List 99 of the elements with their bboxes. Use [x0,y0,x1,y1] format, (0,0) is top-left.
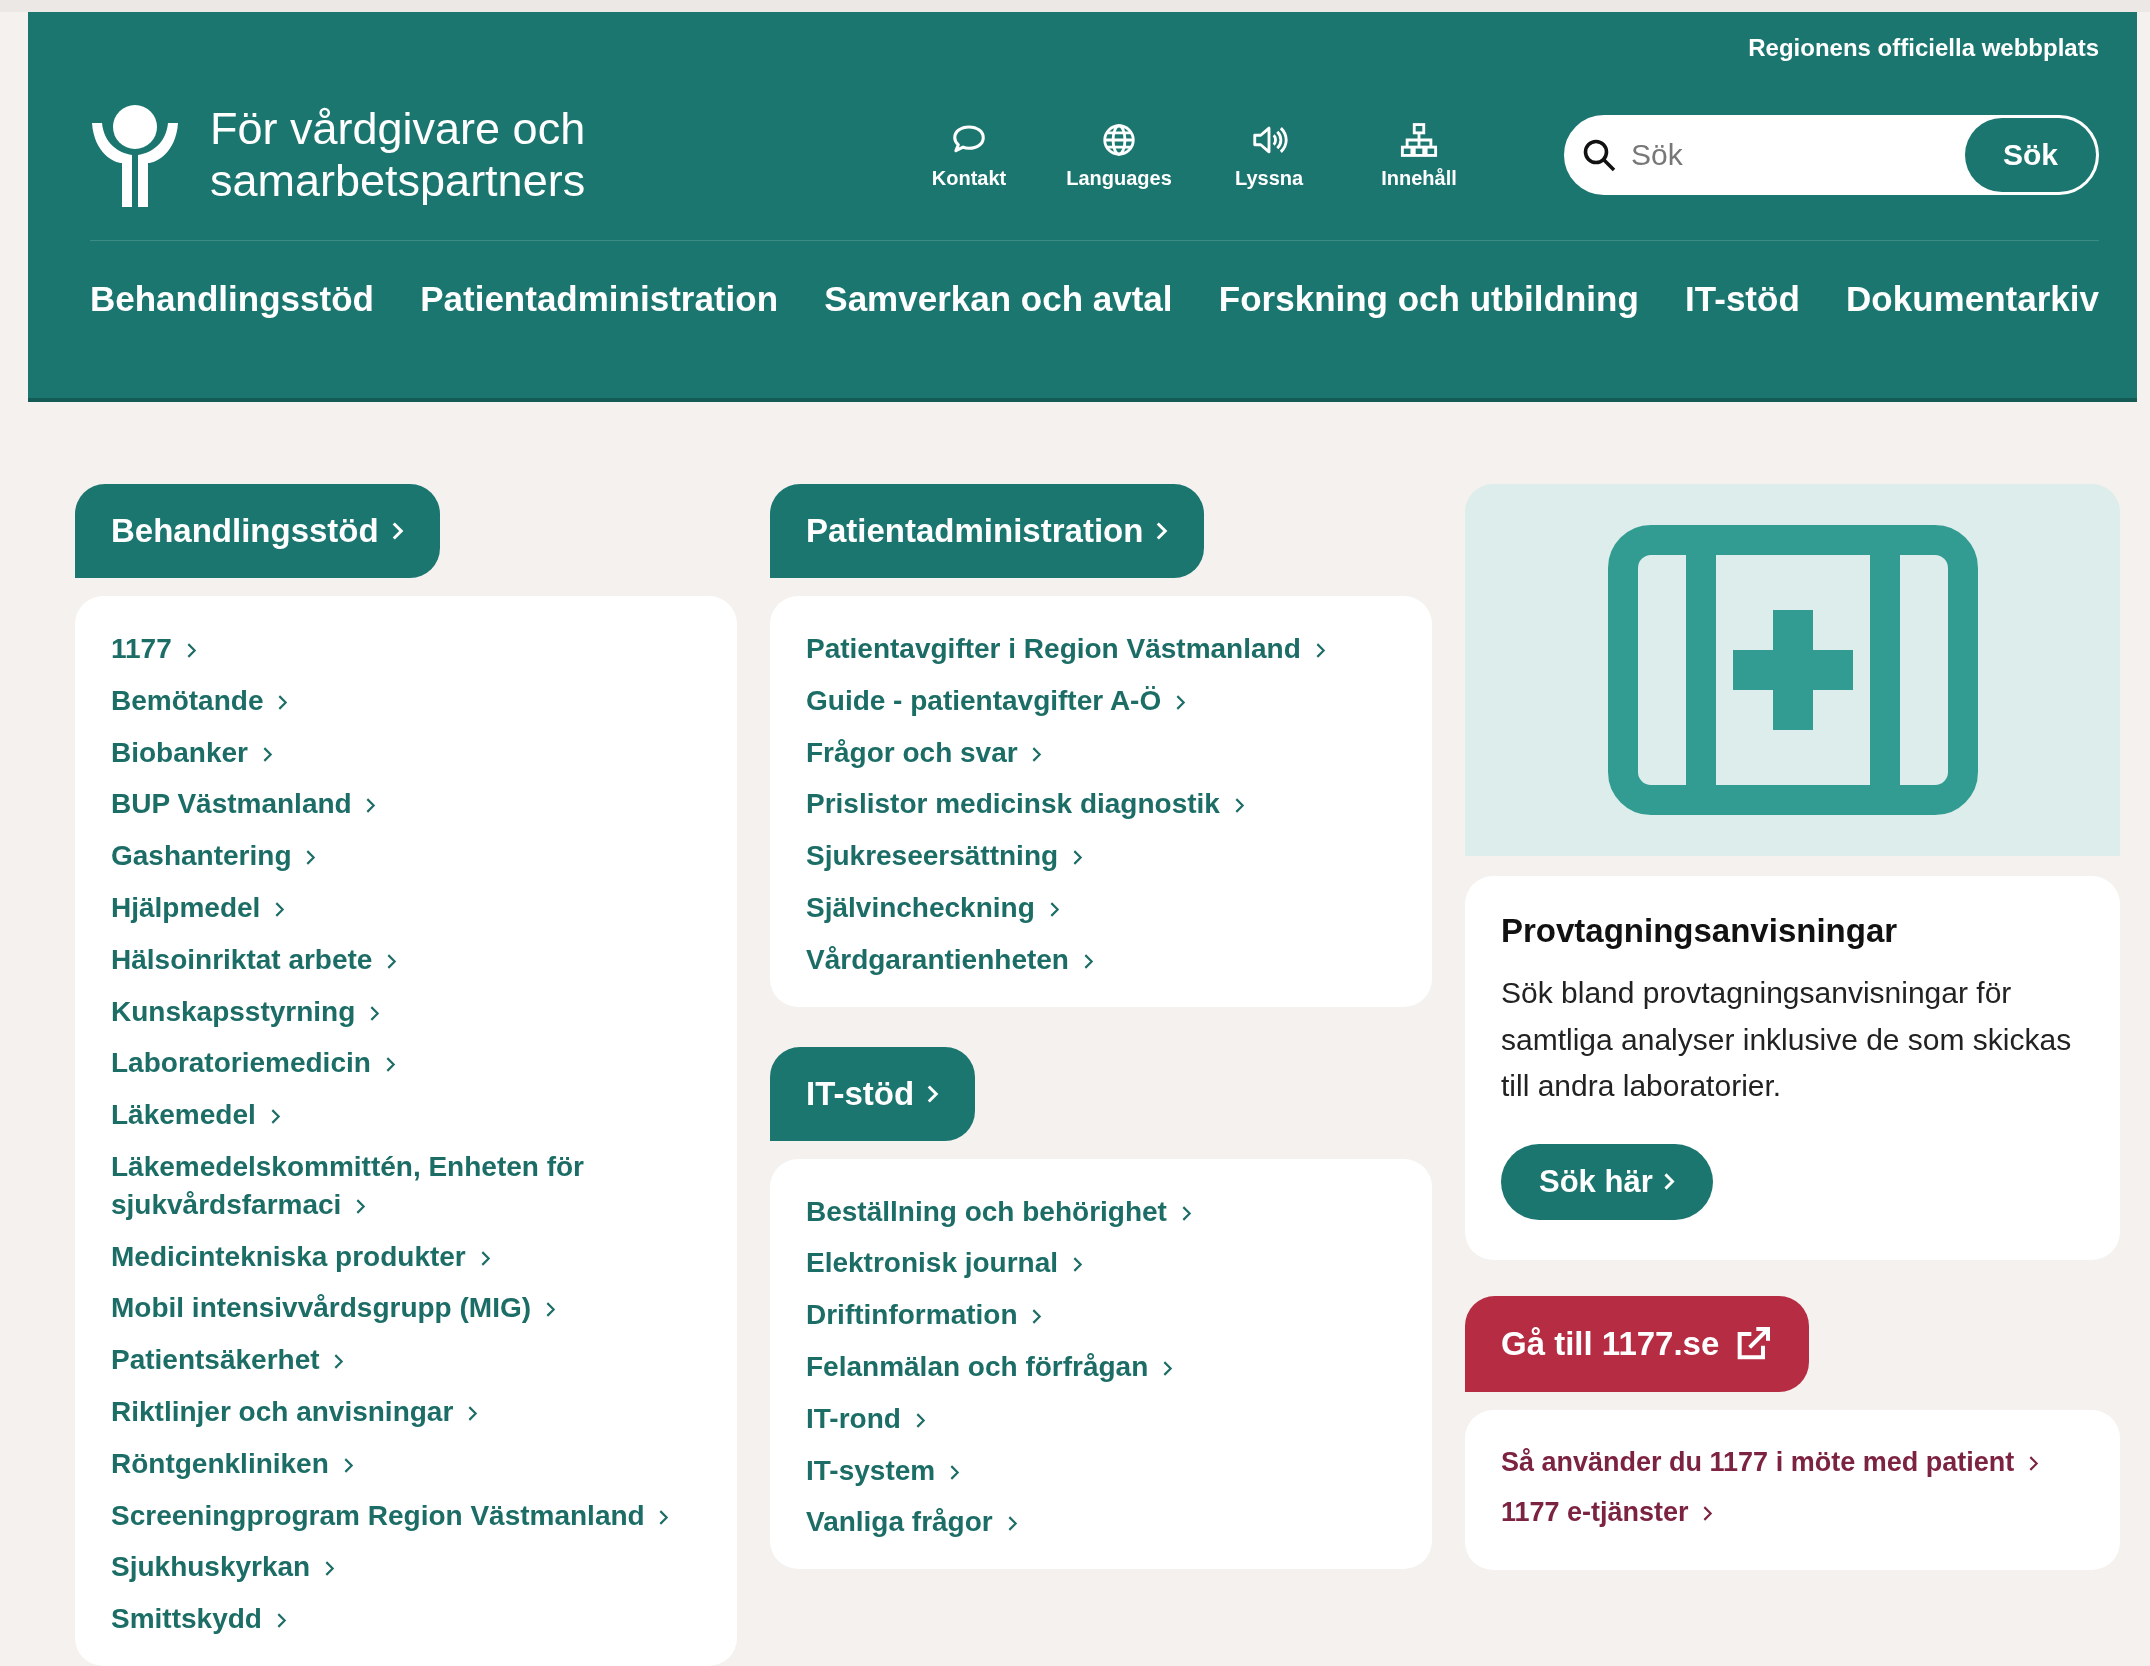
chevron-icon [1175,693,1186,711]
card-title: Provtagningsanvisningar [1501,912,1899,950]
chevron-icon [1071,1256,1083,1274]
list-link[interactable]: Beställning och behörighet [806,1192,1396,1231]
main-nav-link[interactable]: Behandlingsstöd [90,279,374,319]
list-link[interactable]: Screeningprogram Region Västmanland [111,1496,701,1535]
chevron-icon [342,1456,354,1474]
section-heading-link[interactable]: Behandlingsstöd [75,484,440,578]
list-link[interactable]: Läkemedel [111,1096,701,1134]
chevron-icon [261,745,273,763]
chevron-icon [1702,1504,1714,1522]
chevron-icon [926,1083,940,1104]
chevron-icon [1071,849,1083,867]
search-field[interactable]: Sök Sök [1564,115,2099,195]
chevron-icon [355,1197,367,1215]
list-link[interactable]: Guide - patientavgifter A-Ö [806,681,1396,720]
chevron-icon [369,1004,381,1022]
section-heading-link[interactable]: IT-stöd [770,1046,976,1141]
related-link[interactable]: 1177 e-tjänster [1501,1493,2106,1531]
list-link[interactable]: Frågor och svar [806,733,1396,772]
list-link[interactable]: Läkemedelskommittén, Enheten för sjukvårdsfarmaci [111,1147,701,1224]
chevron-icon [185,642,197,659]
main-nav-link[interactable]: Samverkan och avtal [824,279,1173,319]
chevron-icon [914,1411,926,1429]
list-link[interactable]: IT-rond [806,1399,1396,1438]
chevron-icon [544,1301,556,1319]
list-link[interactable]: Gashantering [111,837,701,875]
list-link[interactable]: Vanliga frågor [806,1503,1396,1542]
list-link[interactable]: Vårdgarantienheten [806,940,1396,979]
list-link[interactable]: Biobanker [111,733,701,772]
header-tool-link[interactable]: Languages [1064,120,1174,190]
list-link[interactable]: Driftinformation [806,1296,1396,1334]
search-here-button[interactable]: Sök här [1501,1143,1713,1220]
header-tool-link[interactable]: Lyssna [1214,120,1324,190]
list-link[interactable]: Kunskapsstyrning [111,992,701,1031]
main-nav-link[interactable]: Dokumentarkiv [1846,279,2099,319]
external-link-button[interactable]: Gå till 1177.se [1465,1295,1810,1392]
list-link[interactable]: Sjukhuskyrkan [111,1548,701,1587]
chevron-icon [1662,1172,1675,1191]
chevron-icon [479,1249,491,1267]
chevron-icon [324,1560,335,1578]
list-link[interactable]: Patientavgifter i Region Västmanland [806,630,1396,668]
chevron-icon [2027,1454,2039,1472]
person-logo-icon [90,103,180,207]
list-link[interactable]: Hälsoinriktat arbete [111,940,701,979]
chevron-icon [274,901,286,918]
list-link[interactable]: Prislistor medicinsk diagnostik [806,785,1396,824]
chevron-icon [658,1508,670,1526]
list-link[interactable]: Elektronisk journal [806,1244,1396,1283]
header-tool-link[interactable]: Innehåll [1364,120,1474,190]
list-link[interactable]: Sjukreseersättning [806,837,1396,875]
list-link[interactable]: Felanmälan och förfrågan [806,1347,1396,1386]
search-icon [1581,137,1617,173]
list-link[interactable]: Patientsäkerhet [111,1341,701,1379]
list-link[interactable]: Smittskydd [111,1600,701,1638]
chevron-icon [384,1056,396,1074]
sitemap-icon [1400,120,1438,159]
chevron-icon [365,797,377,815]
chevron-icon [269,1108,281,1126]
main-nav-link[interactable]: Patientadministration [420,279,778,319]
list-link[interactable]: Laboratoriemedicin [111,1044,701,1083]
list-link[interactable]: Medicintekniska produkter [111,1237,701,1276]
chevron-icon [1048,901,1060,918]
main-nav-link[interactable]: Forskning och utbildning [1218,279,1639,319]
chevron-icon [1233,797,1245,815]
search-button[interactable]: Sök [1964,118,2096,192]
list-link[interactable]: Självincheckning [806,889,1396,927]
list-link[interactable]: Hjälpmedel [111,889,701,927]
chevron-icon [386,952,398,970]
chevron-icon [1006,1515,1018,1533]
header-tool-link[interactable]: Kontakt [914,120,1024,190]
chevron-icon [1031,745,1043,763]
official-site-notice: Regionens officiella webbplats [1748,34,2099,62]
list-link[interactable]: Riktlinjer och anvisningar [111,1392,701,1431]
list-link[interactable]: Röntgenkliniken [111,1444,701,1483]
card-text: Sök bland provtagningsanvisningar för samtliga analyser inklusive de som skickas till andra laboratorier. [1501,975,2073,1104]
list-link[interactable]: Bemötande [111,681,701,720]
chevron-icon [1162,1359,1174,1377]
chevron-icon [948,1463,960,1481]
chevron-icon [1180,1204,1192,1222]
chevron-icon [1155,521,1169,541]
main-nav-link[interactable]: IT-stöd [1685,279,1800,319]
section-heading-link[interactable]: Patientadministration [770,484,1205,578]
first-aid-kit-icon [1607,525,1978,815]
site-logo[interactable]: För vårdgivare och samarbetspartners [90,103,914,207]
chevron-icon [305,849,317,867]
list-link[interactable]: Mobil intensivvårdsgrupp (MIG) [111,1289,701,1328]
chevron-icon [467,1404,479,1422]
chevron-icon [1031,1308,1043,1326]
chevron-icon [390,521,404,541]
list-link[interactable]: 1177 [111,630,701,668]
related-link[interactable]: Så använder du 1177 i möte med patient [1501,1443,2106,1480]
chevron-icon [277,693,289,711]
list-link[interactable]: IT-system [806,1451,1396,1490]
chevron-icon [1314,642,1326,659]
chevron-icon [1082,952,1094,970]
chevron-icon [333,1353,345,1371]
chevron-icon [275,1612,287,1630]
list-link[interactable]: BUP Västmanland [111,785,701,824]
